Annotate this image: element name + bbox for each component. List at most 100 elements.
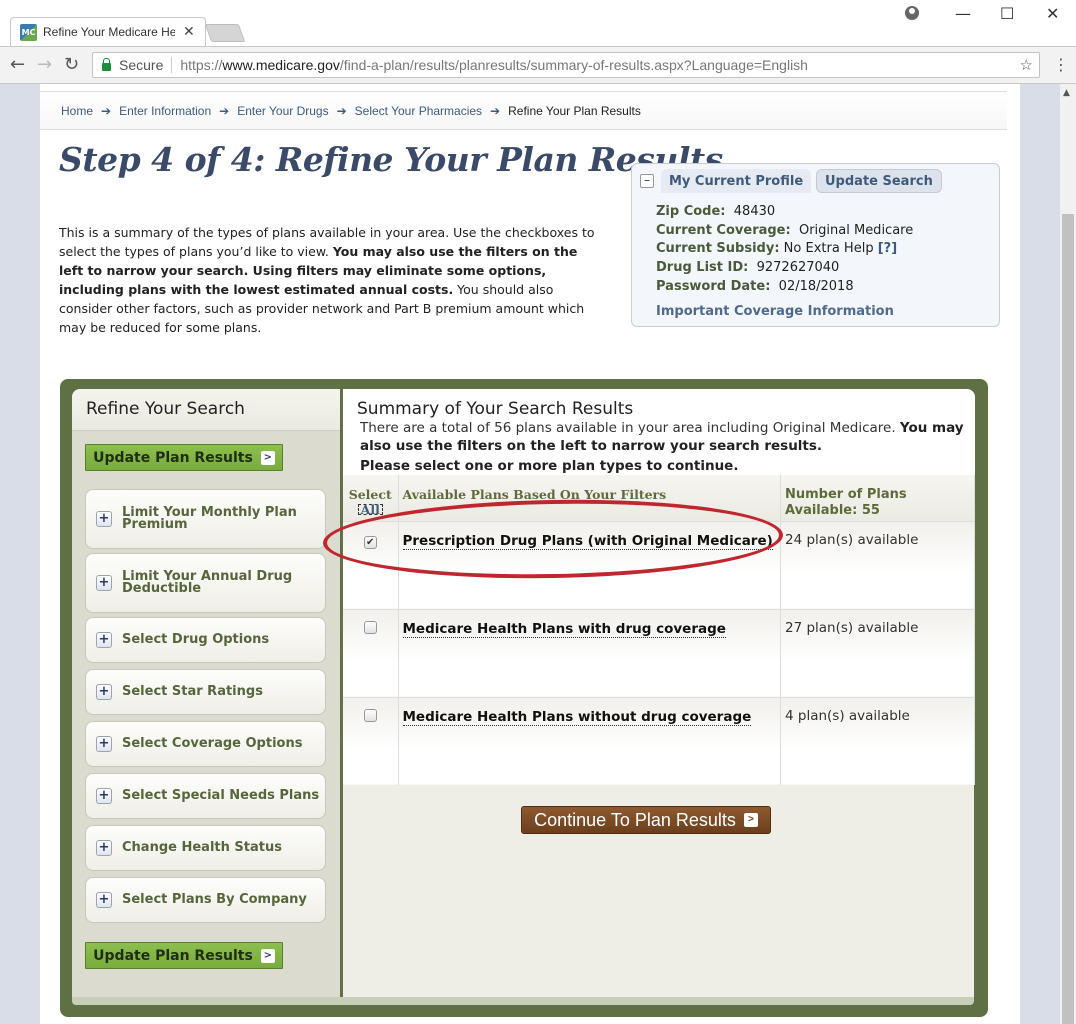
update-plan-results-button-top[interactable]: Update Plan Results > <box>85 444 283 471</box>
new-tab-button[interactable] <box>204 24 246 42</box>
close-tab-icon[interactable]: ✕ <box>183 24 195 40</box>
breadcrumb-enter-information[interactable]: Enter Information <box>119 104 211 118</box>
current-profile-panel: – My Current Profile Update Search Zip C… <box>631 163 1000 327</box>
maximize-icon[interactable]: ☐ <box>1000 4 1014 23</box>
checkbox-cell <box>343 696 399 785</box>
browser-toolbar: ← → ↻ Secure https://www.medicare.gov/fi… <box>0 46 1076 84</box>
plan-type-link[interactable]: Prescription Drug Plans (with Original M… <box>402 532 773 550</box>
address-bar[interactable]: Secure https://www.medicare.gov/find-a-p… <box>92 52 1040 78</box>
expand-plus-icon: + <box>96 840 112 856</box>
profile-label: Current Coverage: <box>656 222 791 238</box>
filter-by-company[interactable]: + Select Plans By Company <box>85 877 326 923</box>
breadcrumb-select-pharmacies[interactable]: Select Your Pharmacies <box>355 104 482 118</box>
table-header-row: Select All Available Plans Based On Your… <box>343 475 975 521</box>
medicare-favicon-icon: MC <box>20 23 37 41</box>
intro-text: This is a summary of the types of plans … <box>59 223 599 337</box>
button-label: Continue To Plan Results <box>534 809 736 830</box>
plan-checkbox-ma[interactable] <box>363 708 377 722</box>
filter-label: Select Star Ratings <box>122 684 263 699</box>
plan-count: 4 plan(s) available <box>785 707 910 724</box>
plan-checkbox-ma-pd[interactable] <box>363 620 377 634</box>
plan-checkbox-pdp[interactable]: ✔ <box>363 535 377 549</box>
scrollbar-thumb[interactable] <box>1062 214 1074 1024</box>
collapse-icon[interactable]: – <box>640 174 654 188</box>
update-plan-results-button-bottom[interactable]: Update Plan Results > <box>85 942 283 969</box>
table-row: Medicare Health Plans without drug cover… <box>343 696 975 785</box>
plan-count-cell: 4 plan(s) available <box>780 696 975 785</box>
results-header: Summary of Your Search Results There are… <box>343 389 975 475</box>
filter-star-ratings[interactable]: + Select Star Ratings <box>85 669 326 715</box>
select-all-link[interactable]: All <box>357 503 383 516</box>
checkbox-cell <box>343 608 399 697</box>
arrow-right-icon: ➔ <box>219 103 230 118</box>
filter-label: Select Drug Options <box>122 632 270 647</box>
minimize-icon[interactable]: — <box>955 4 971 23</box>
browser-menu-icon[interactable]: ⋮ <box>1053 55 1069 74</box>
url-text[interactable]: https://www.medicare.gov/find-a-plan/res… <box>180 57 808 73</box>
tab-update-search[interactable]: Update Search <box>816 169 942 193</box>
plan-type-link[interactable]: Medicare Health Plans without drug cover… <box>402 708 752 726</box>
expand-plus-icon: + <box>96 575 112 591</box>
filter-monthly-premium[interactable]: + Limit Your Monthly Plan Premium <box>85 489 326 549</box>
profile-value: 9272627040 <box>756 260 840 276</box>
filter-label: Select Coverage Options <box>122 736 303 751</box>
profile-row-zip: Zip Code: 48430 <box>656 203 913 222</box>
breadcrumb-enter-drugs[interactable]: Enter Your Drugs <box>237 104 328 118</box>
url-domain: www.medicare.gov <box>222 57 340 73</box>
browser-tab-content[interactable]: MC Refine Your Medicare He ✕ <box>20 19 205 45</box>
subsidy-help-link[interactable]: [?] <box>878 241 897 256</box>
expand-plus-icon: + <box>96 632 112 648</box>
filter-drug-options[interactable]: + Select Drug Options <box>85 617 326 663</box>
profile-row-coverage: Current Coverage: Original Medicare <box>656 222 913 241</box>
page-title: Step 4 of 4: Refine Your Plan Results <box>59 140 723 179</box>
back-arrow-icon[interactable]: ← <box>10 54 25 75</box>
results-title: Summary of Your Search Results <box>357 399 634 419</box>
user-profile-icon[interactable] <box>905 6 919 20</box>
chevron-right-icon: > <box>743 813 758 827</box>
filter-drug-deductible[interactable]: + Limit Your Annual Drug Deductible <box>85 553 326 613</box>
url-path: /find-a-plan/results/planresults/summary… <box>339 57 808 73</box>
expand-plus-icon: + <box>96 788 112 804</box>
expand-plus-icon: + <box>96 736 112 752</box>
button-label: Update Plan Results <box>93 449 253 466</box>
arrow-right-icon: ➔ <box>101 103 112 118</box>
profile-row-password-date: Password Date: 02/18/2018 <box>656 278 913 297</box>
filter-special-needs[interactable]: + Select Special Needs Plans <box>85 773 326 819</box>
plan-name-cell: Medicare Health Plans with drug coverage <box>398 608 781 697</box>
secure-label: Secure <box>119 57 173 73</box>
breadcrumb: Home ➔ Enter Information ➔ Enter Your Dr… <box>40 91 1007 130</box>
expand-plus-icon: + <box>96 684 112 700</box>
vertical-scrollbar[interactable]: ▲ <box>1060 84 1076 1024</box>
page-viewport: Home ➔ Enter Information ➔ Enter Your Dr… <box>0 84 1060 1024</box>
plan-types-table: Select All Available Plans Based On Your… <box>343 475 975 785</box>
profile-label: Current Subsidy: <box>656 241 780 257</box>
filter-health-status[interactable]: + Change Health Status <box>85 825 326 871</box>
plan-name-cell: Medicare Health Plans without drug cover… <box>398 696 781 785</box>
sidebar-title: Refine Your Search <box>72 389 340 431</box>
profile-value: Original Medicare <box>798 222 914 238</box>
select-column-header: Select All <box>343 475 399 521</box>
filter-coverage-options[interactable]: + Select Coverage Options <box>85 721 326 767</box>
reload-icon[interactable]: ↻ <box>64 54 79 75</box>
breadcrumb-home[interactable]: Home <box>61 104 93 118</box>
forward-arrow-icon[interactable]: → <box>37 54 52 75</box>
expand-plus-icon: + <box>96 511 112 527</box>
page-content: Home ➔ Enter Information ➔ Enter Your Dr… <box>40 84 1020 1024</box>
continue-to-plan-results-button[interactable]: Continue To Plan Results > <box>521 806 771 834</box>
filter-label: Limit Your Monthly Plan Premium <box>122 505 297 532</box>
plans-column-header: Available Plans Based On Your Filters <box>398 475 781 521</box>
important-coverage-link[interactable]: Important Coverage Information <box>656 304 894 319</box>
scroll-up-arrow-icon[interactable]: ▲ <box>1063 88 1070 98</box>
close-window-icon[interactable]: ✕ <box>1046 4 1059 23</box>
plan-type-link[interactable]: Medicare Health Plans with drug coverage <box>402 620 726 638</box>
filter-label: Change Health Status <box>122 840 282 855</box>
plan-name-cell: Prescription Drug Plans (with Original M… <box>398 520 781 609</box>
profile-row-subsidy: Current Subsidy: No Extra Help [?] <box>656 240 913 259</box>
button-label: Update Plan Results <box>93 947 253 964</box>
profile-label: Password Date: <box>656 278 771 294</box>
bookmark-star-icon[interactable]: ☆ <box>1020 56 1033 74</box>
select-header-label: Select <box>348 487 392 502</box>
breadcrumb-current: Refine Your Plan Results <box>508 103 641 118</box>
tab-my-current-profile[interactable]: My Current Profile <box>661 169 812 193</box>
plan-count: 24 plan(s) available <box>785 531 919 548</box>
